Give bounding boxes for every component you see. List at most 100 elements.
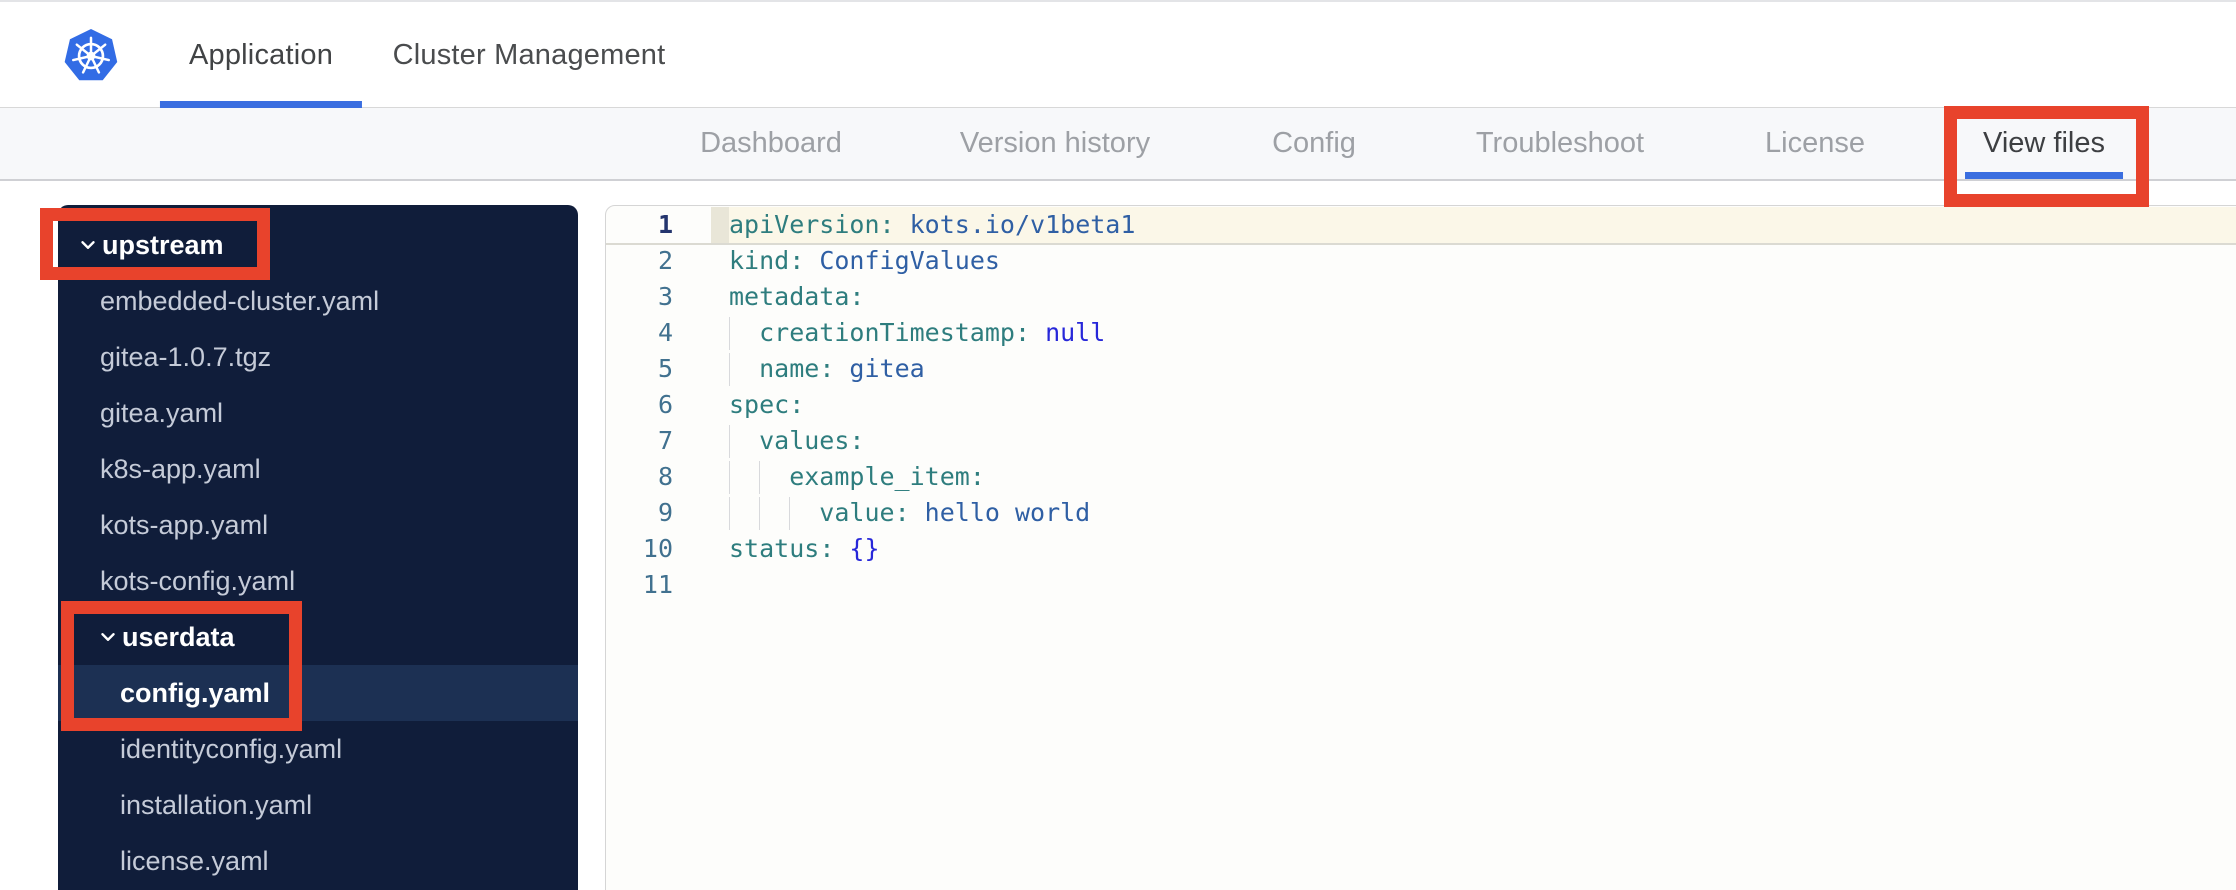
subnav-tab-label: View files (1983, 127, 2105, 159)
header-tab-cluster-management[interactable]: Cluster Management (364, 2, 695, 108)
folder-name: upstream (102, 229, 224, 260)
line-number: 8 (657, 462, 673, 491)
line-number: 10 (642, 534, 673, 563)
file-name: gitea-1.0.7.tgz (100, 341, 272, 372)
token-p: : (969, 462, 985, 491)
code-text: metadata: (729, 279, 864, 315)
token-p: : (849, 282, 865, 311)
tree-item-kots-app-yaml[interactable]: kots-app.yaml (58, 497, 578, 553)
subnav-tab-label: Troubleshoot (1475, 127, 1645, 159)
code-line-4[interactable]: 4 creationTimestamp: null (606, 315, 2236, 351)
header-tab-application[interactable]: Application (159, 2, 363, 108)
tree-item-gitea-1-0-7-tgz[interactable]: gitea-1.0.7.tgz (58, 329, 578, 385)
subnav-tab-view-files[interactable]: View files (1965, 108, 2123, 179)
subnav-tab-label: License (1765, 127, 1865, 159)
subnav-tab-dashboard[interactable]: Dashboard (682, 108, 860, 179)
code-text: spec: (729, 387, 804, 423)
tree-item-identityconfig-yaml[interactable]: identityconfig.yaml (58, 721, 578, 777)
tree-item-kots-config-yaml[interactable]: kots-config.yaml (58, 553, 578, 609)
subnav-tab-troubleshoot[interactable]: Troubleshoot (1458, 108, 1662, 179)
kots-admin-console: Application Cluster Management Dashboard V… (0, 0, 2236, 890)
token-p: : (819, 534, 850, 563)
line-number: 9 (657, 498, 673, 527)
app-header: Application Cluster Management (0, 0, 2236, 108)
token-v: ConfigValues (819, 246, 1000, 275)
file-tree-sidebar: upstream embedded-cluster.yaml gitea-1.0.7… (58, 205, 578, 890)
subnav-tab-label: Config (1272, 127, 1356, 159)
file-name: k8s-app.yaml (100, 453, 261, 484)
token-k: creationTimestamp (759, 318, 1015, 347)
file-name: embedded-cluster.yaml (100, 285, 380, 316)
subnav-tab-label: Dashboard (700, 127, 842, 159)
code-line-5[interactable]: 5 name: gitea (606, 351, 2236, 387)
code-line-9[interactable]: 9 value: hello world (606, 495, 2236, 531)
code-line-1[interactable]: 1 apiVersion: kots.io/v1beta1 (606, 207, 2236, 243)
code-text: example_item: (729, 459, 985, 495)
header-tab-label: Application (188, 38, 334, 71)
token-k: kind (729, 246, 790, 275)
line-number: 6 (657, 390, 673, 419)
tree-item-upstream[interactable]: upstream (58, 217, 578, 273)
token-k: metadata (729, 282, 850, 311)
code-text: status: {} (729, 531, 880, 567)
line-number: 3 (657, 282, 673, 311)
token-k: value (819, 498, 895, 527)
code-text: creationTimestamp: null (729, 315, 1105, 351)
token-p: : (789, 246, 820, 275)
code-line-2[interactable]: 2 kind: ConfigValues (606, 243, 2236, 279)
token-k: name (759, 354, 820, 383)
token-p: : (849, 426, 865, 455)
app-subnav: Dashboard Version history Config Troublesho… (0, 108, 2236, 181)
subnav-tab-license[interactable]: License (1747, 108, 1883, 179)
folder-name: userdata (122, 621, 235, 652)
token-c: null (1045, 318, 1106, 347)
line-number: 7 (657, 426, 673, 455)
kubernetes-logo-icon[interactable] (63, 26, 119, 86)
code-text: values: (729, 423, 864, 459)
token-k: values (759, 426, 850, 455)
token-v: hello world (924, 498, 1091, 527)
code-line-10[interactable]: 10 status: {} (606, 531, 2236, 567)
code-line-7[interactable]: 7 values: (606, 423, 2236, 459)
tree-item-license-yaml[interactable]: license.yaml (58, 833, 578, 889)
token-p: : (1014, 318, 1046, 347)
file-name: kots-app.yaml (100, 509, 269, 540)
tree-item-config-yaml[interactable]: config.yaml (58, 665, 578, 721)
token-k: status (729, 534, 820, 563)
token-p: : (819, 354, 850, 383)
code-text: apiVersion: kots.io/v1beta1 (729, 207, 1135, 243)
chevron-down-icon[interactable] (77, 234, 99, 256)
tree-item-installation-yaml[interactable]: installation.yaml (58, 777, 578, 833)
code-editor[interactable]: 1 apiVersion: kots.io/v1beta1 2 kind: Confi… (605, 205, 2236, 890)
token-k: spec (729, 390, 790, 419)
line-number: 5 (657, 354, 673, 383)
code-line-6[interactable]: 6 spec: (606, 387, 2236, 423)
line-number: 1 (657, 210, 673, 239)
code-line-8[interactable]: 8 example_item: (606, 459, 2236, 495)
code-text: value: hello world (729, 495, 1090, 531)
chevron-down-icon[interactable] (97, 626, 119, 648)
token-p: : (894, 498, 925, 527)
code-line-11[interactable]: 11 (606, 567, 2236, 603)
tree-item-k8s-app-yaml[interactable]: k8s-app.yaml (58, 441, 578, 497)
file-name: installation.yaml (120, 789, 313, 820)
subnav-tab-config[interactable]: Config (1254, 108, 1374, 179)
line-number: 4 (657, 318, 673, 347)
tree-item-embedded-cluster-yaml[interactable]: embedded-cluster.yaml (58, 273, 578, 329)
code-text: name: gitea (729, 351, 925, 387)
subnav-tab-version-history[interactable]: Version history (942, 108, 1168, 179)
tree-item-gitea-yaml[interactable]: gitea.yaml (58, 385, 578, 441)
file-name: kots-config.yaml (100, 565, 296, 596)
token-p: : (879, 210, 910, 239)
file-name: gitea.yaml (100, 397, 224, 428)
token-v: gitea (849, 354, 925, 383)
tree-item-userdata[interactable]: userdata (58, 609, 578, 665)
code-text: kind: ConfigValues (729, 243, 1000, 279)
header-tab-label: Cluster Management (392, 38, 666, 71)
token-p: : (789, 390, 805, 419)
file-name: identityconfig.yaml (120, 733, 343, 764)
token-c: {} (849, 534, 880, 563)
file-name: license.yaml (120, 845, 269, 876)
code-line-3[interactable]: 3 metadata: (606, 279, 2236, 315)
token-k: apiVersion (729, 210, 880, 239)
